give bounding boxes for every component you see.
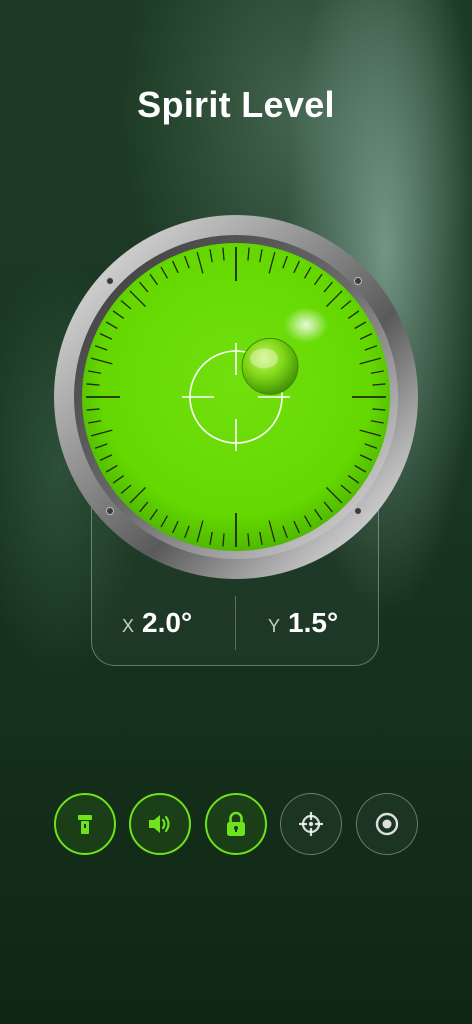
- flashlight-icon: [78, 815, 92, 834]
- sound-button[interactable]: [129, 793, 191, 855]
- speaker-icon: [149, 815, 170, 833]
- surface-mode-button[interactable]: [356, 793, 418, 855]
- page-title: Spirit Level: [137, 84, 335, 125]
- vial-face: [82, 243, 390, 551]
- level-bubble: [241, 337, 299, 395]
- glass-glare: [284, 307, 328, 343]
- readout-divider: [235, 596, 236, 650]
- x-angle-value: 2.0°: [142, 607, 193, 638]
- bubble-level-gauge: [54, 215, 418, 579]
- y-axis-label: Y: [268, 616, 281, 636]
- crosshair-icon: [299, 812, 323, 836]
- calibrate-button[interactable]: [280, 793, 342, 855]
- lock-icon: [227, 811, 245, 836]
- control-bar: [0, 793, 472, 855]
- x-readout: X 2.0°: [122, 607, 192, 647]
- lock-button[interactable]: [205, 793, 267, 855]
- y-angle-value: 1.5°: [288, 607, 339, 638]
- flashlight-button[interactable]: [54, 793, 116, 855]
- y-readout: Y 1.5°: [268, 607, 338, 647]
- x-axis-label: X: [122, 616, 135, 636]
- circle-dot-icon: [375, 812, 399, 836]
